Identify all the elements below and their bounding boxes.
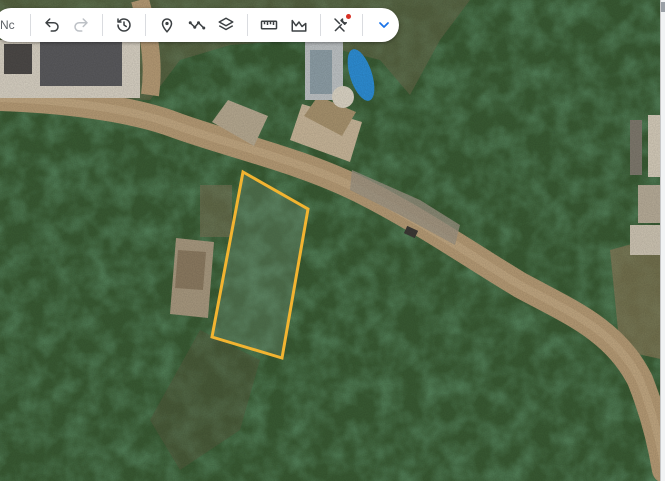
redo-icon	[74, 18, 89, 32]
window-scrollbar[interactable]	[660, 0, 665, 481]
toolbar-divider	[362, 14, 364, 36]
chevron-down-icon	[379, 22, 390, 28]
ruler-icon	[260, 20, 278, 30]
scrollbar-thumb[interactable]	[661, 2, 665, 12]
measure-button[interactable]	[254, 10, 284, 40]
document-title[interactable]: Nc	[0, 18, 24, 32]
add-path-button[interactable]	[182, 10, 212, 40]
more-options-button[interactable]	[369, 10, 399, 40]
add-placemark-button[interactable]	[152, 10, 182, 40]
historical-imagery-button[interactable]	[109, 10, 139, 40]
imagery-grain	[0, 0, 665, 481]
redo-button[interactable]	[67, 10, 97, 40]
tools-button[interactable]	[327, 10, 357, 40]
elevation-profile-button[interactable]	[284, 10, 314, 40]
layers-icon	[218, 17, 234, 31]
toolbar-divider	[29, 14, 31, 36]
toolbar-divider	[319, 14, 321, 36]
satellite-map[interactable]	[0, 0, 665, 481]
placemark-icon	[161, 18, 173, 33]
path-icon	[188, 21, 205, 30]
toolbar-divider	[144, 14, 146, 36]
toolbar-divider	[247, 14, 249, 36]
notification-dot	[346, 14, 352, 19]
map-style-button[interactable]	[211, 10, 241, 40]
undo-button[interactable]	[37, 10, 67, 40]
map-toolbar: Nc	[0, 8, 399, 42]
toolbar-divider	[102, 14, 104, 36]
undo-icon	[44, 18, 59, 32]
elevation-icon	[291, 19, 307, 32]
history-icon	[117, 18, 131, 32]
